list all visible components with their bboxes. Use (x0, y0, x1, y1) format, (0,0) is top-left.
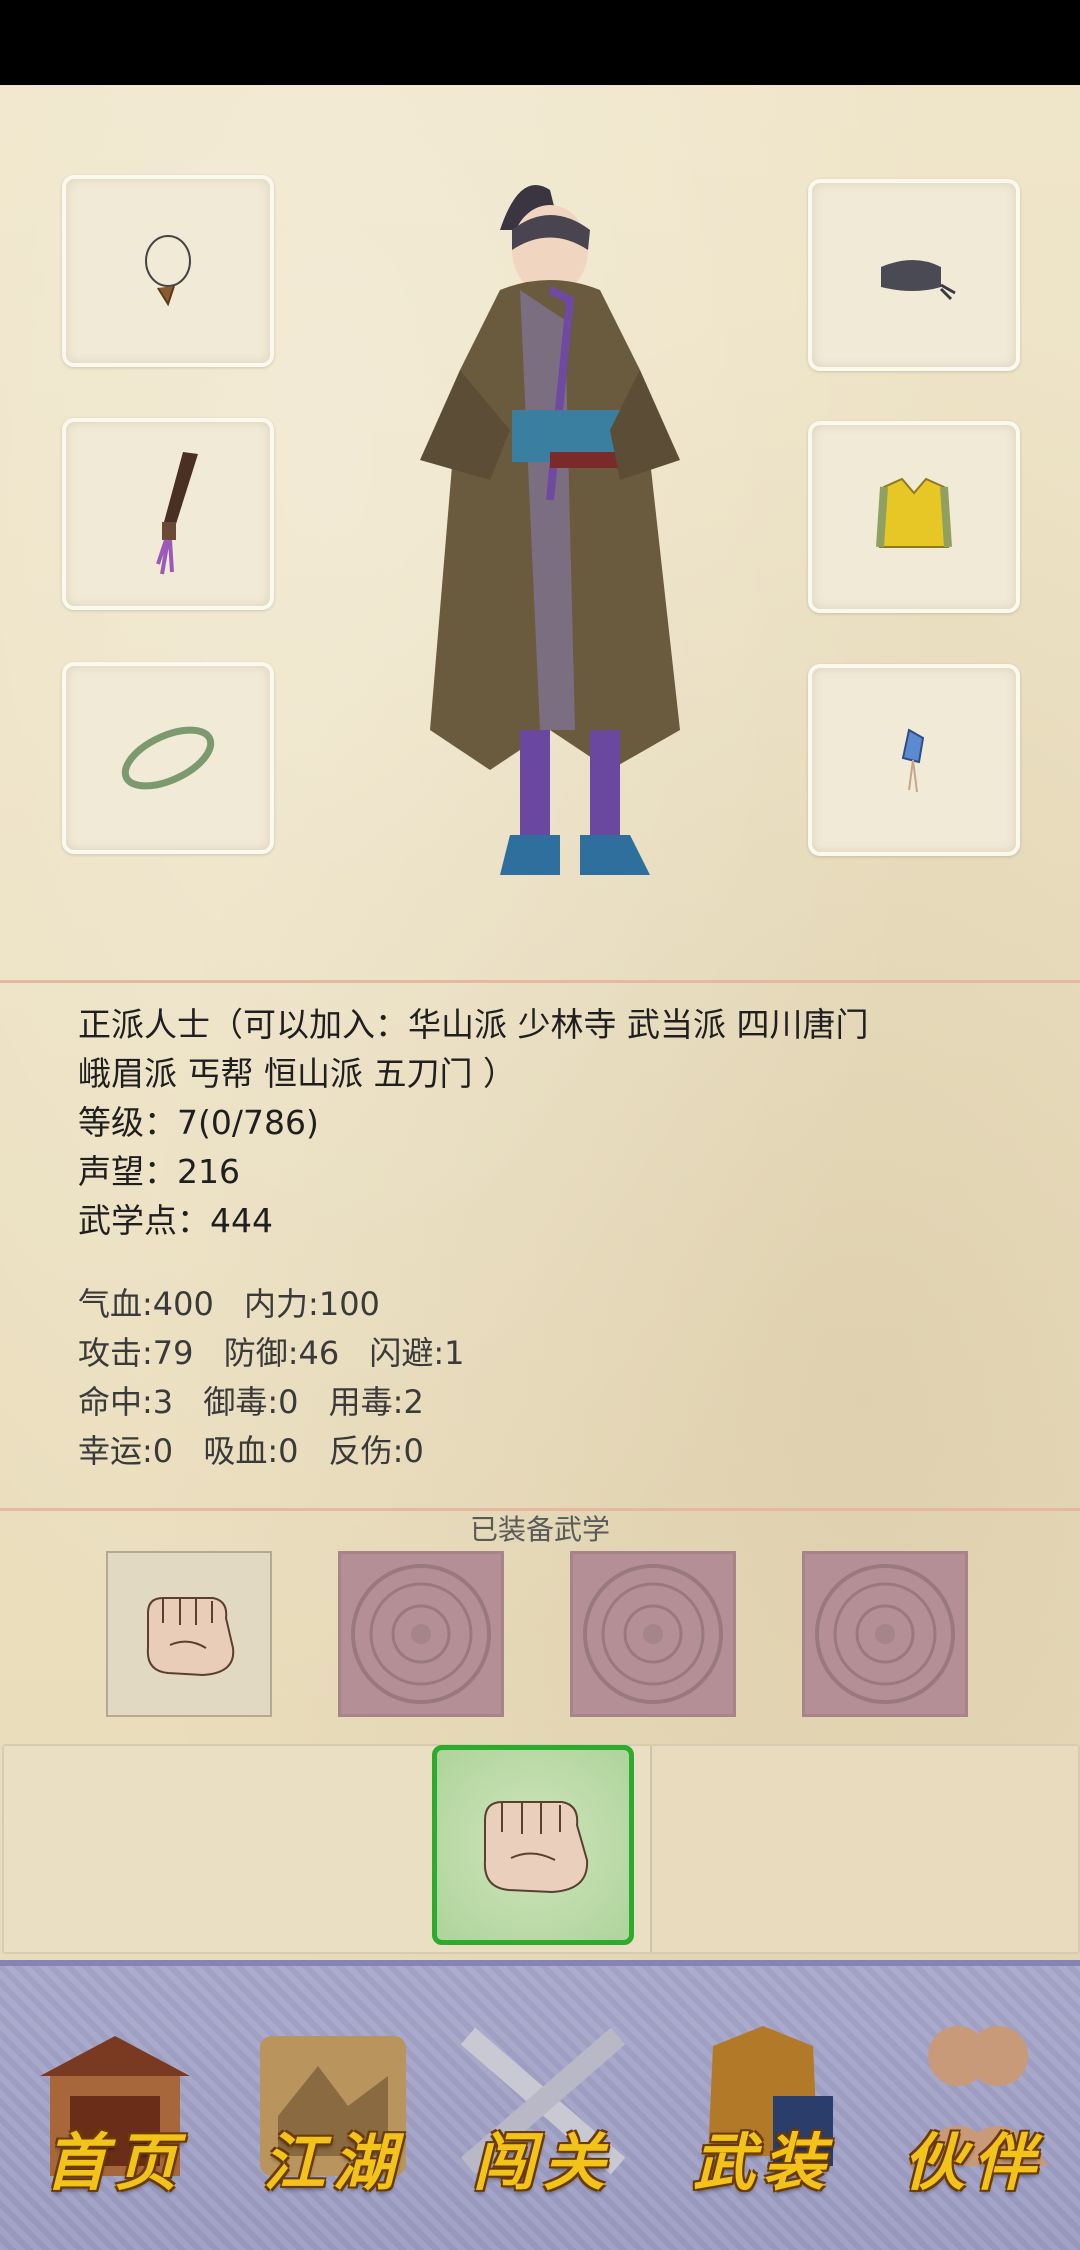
equipped-skill-slot-4[interactable] (802, 1551, 968, 1717)
stat-hp: 气血:400 (78, 1285, 214, 1323)
stat-hit: 命中:3 (78, 1383, 174, 1421)
faction-line-2: 峨眉派 丐帮 恒山派 五刀门 ） (78, 1054, 516, 1093)
empty-seal-icon (815, 1564, 955, 1704)
vest-icon (876, 477, 952, 548)
stats-row-2: 攻击:79 防御:46 闪避:1 (78, 1329, 485, 1378)
stat-poison-resist: 御毒:0 (203, 1383, 299, 1421)
equipped-skill-slot-3[interactable] (570, 1551, 736, 1717)
martial-points-text: 武学点：444 (78, 1201, 273, 1240)
nav-equip-label: 武装 (692, 2126, 833, 2199)
stat-poison-use: 用毒:2 (328, 1383, 424, 1421)
equip-slot-hat[interactable] (808, 179, 1020, 371)
stat-dodge: 闪避:1 (369, 1334, 465, 1372)
stat-lifesteal: 吸血:0 (203, 1432, 299, 1470)
blade-icon (156, 452, 198, 575)
equip-slot-necklace[interactable] (62, 175, 274, 367)
equipped-skill-slot-1[interactable] (106, 1551, 272, 1717)
stat-internal: 内力:100 (244, 1285, 380, 1323)
player-info: 正派人士（可以加入：华山派 少林寺 武当派 四川唐门 峨眉派 丐帮 恒山派 五刀… (78, 1000, 1028, 1245)
empty-seal-icon (583, 1564, 723, 1704)
nav-challenge[interactable]: 闯关 (448, 1986, 638, 2226)
bracelet-icon (121, 726, 215, 790)
necklace-icon (145, 235, 191, 307)
stat-attack: 攻击:79 (78, 1334, 194, 1372)
fist-icon (146, 1597, 235, 1677)
reputation-text: 声望：216 (78, 1152, 240, 1191)
nav-challenge-label: 闯关 (472, 2126, 613, 2199)
stat-luck: 幸运:0 (78, 1432, 174, 1470)
stat-reflect: 反伤:0 (328, 1432, 424, 1470)
stats-block: 气血:400 内力:100 攻击:79 防御:46 闪避:1 命中:3 御毒:0… (78, 1280, 485, 1476)
nav-home-label: 首页 (44, 2126, 185, 2199)
stats-row-1: 气血:400 内力:100 (78, 1280, 485, 1329)
stat-defense: 防御:46 (223, 1334, 340, 1372)
fist-icon (483, 1801, 589, 1894)
nav-equip[interactable]: 武装 (668, 1986, 858, 2226)
equipped-skill-slot-2[interactable] (338, 1551, 504, 1717)
skill-list-right (652, 1746, 1078, 1952)
faction-line-1: 正派人士（可以加入：华山派 少林寺 武当派 四川唐门 (78, 1005, 869, 1044)
empty-seal-icon (351, 1564, 491, 1704)
level-text: 等级：7(0/786) (78, 1103, 319, 1142)
pendant-icon (901, 728, 925, 793)
equip-slot-pendant[interactable] (808, 664, 1020, 856)
stats-row-4: 幸运:0 吸血:0 反伤:0 (78, 1427, 485, 1476)
equipped-skills-title: 已装备武学 (469, 1513, 610, 1546)
section-divider-top (0, 980, 1080, 983)
stats-row-3: 命中:3 御毒:0 用毒:2 (78, 1378, 485, 1427)
nav-partner-label: 伙伴 (902, 2126, 1043, 2199)
nav-home[interactable]: 首页 (20, 1986, 210, 2226)
nav-jianghu[interactable]: 江湖 (238, 1986, 428, 2226)
nav-jianghu-label: 江湖 (262, 2126, 403, 2199)
equip-slot-bracelet[interactable] (62, 662, 274, 854)
bottom-nav: 首页 江湖 闯关 武装 伙伴 (0, 1960, 1080, 2250)
character-figure (420, 185, 680, 875)
equip-slot-armor[interactable] (808, 421, 1020, 613)
equip-slot-weapon[interactable] (62, 418, 274, 610)
hat-icon (881, 260, 956, 301)
nav-partner[interactable]: 伙伴 (878, 1986, 1068, 2226)
status-bar (0, 0, 1080, 85)
selected-skill-fist[interactable] (432, 1745, 634, 1945)
